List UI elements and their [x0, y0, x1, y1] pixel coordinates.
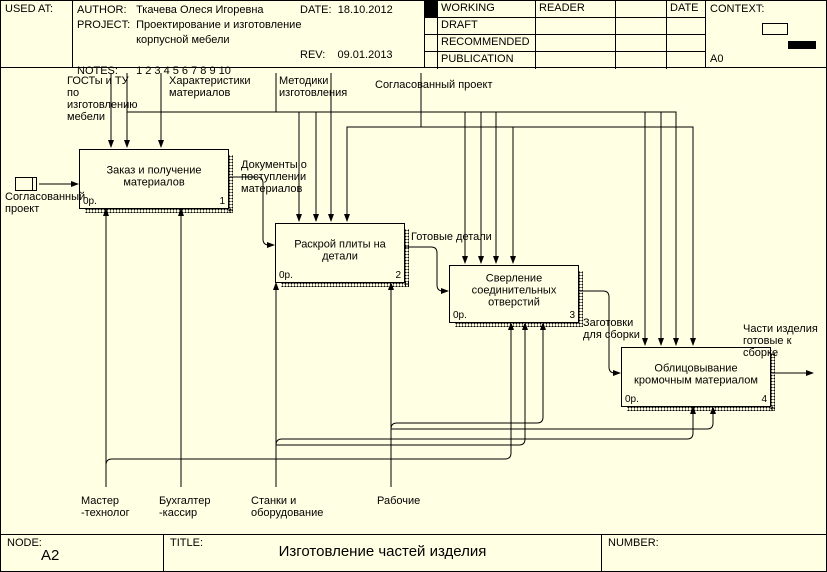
activity-2-cost: 0р.: [279, 270, 293, 281]
context-box-icon: [762, 23, 788, 35]
context-cell: CONTEXT: A0: [706, 1, 826, 67]
idef0-footer: NODE: A2 TITLE: Изготовление частей изде…: [1, 534, 826, 571]
context-label: CONTEXT:: [710, 3, 764, 15]
activity-2-name: Раскрой плиты на детали: [280, 239, 400, 263]
activity-1-num: 1: [219, 196, 225, 207]
label-c2: Характеристики материалов: [169, 75, 249, 99]
activity-3: Сверление соединительных отверстий 0р. 3: [449, 265, 579, 323]
node-cell: NODE: A2: [1, 535, 164, 571]
activity-4-name: Облицовывание кромочным материалом: [626, 363, 766, 387]
status-cell: WORKING READER DATE DRAFT RECOMMENDED PU…: [425, 1, 706, 67]
label-m1: Мастер -технолог: [81, 495, 141, 519]
reader-label: READER: [536, 1, 616, 17]
activity-4-cost: 0р.: [625, 394, 639, 405]
label-c1: ГОСТы и ТУ по изготовлению мебели: [67, 75, 137, 123]
label-input: Согласованный проект: [5, 191, 75, 215]
project-cell: AUTHOR: Ткачева Олеся Игоревна DATE: 18.…: [73, 1, 425, 67]
label-d1: Документы о поступлении материалов: [241, 159, 321, 195]
activity-3-num: 3: [569, 310, 575, 321]
title-value: Изготовление частей изделия: [164, 543, 601, 560]
status-recommended: RECOMMENDED: [438, 35, 536, 51]
node-value: A2: [41, 547, 59, 564]
activity-2-num: 2: [395, 270, 401, 281]
activity-3-cost: 0р.: [453, 310, 467, 321]
status-date-label: DATE: [667, 1, 705, 17]
label-m3: Станки и оборудование: [251, 495, 331, 519]
activity-1: Заказ и получение материалов 0р. 1: [79, 149, 229, 209]
project-value: Проектирование и изготовление корпусной …: [136, 18, 326, 48]
context-current-icon: [788, 41, 816, 49]
activity-1-name: Заказ и получение материалов: [84, 165, 224, 189]
status-working: WORKING: [438, 1, 536, 17]
author-label: AUTHOR:: [77, 3, 133, 18]
used-at-label: USED AT:: [5, 3, 53, 15]
idef0-header: USED AT: AUTHOR: Ткачева Олеся Игоревна …: [1, 1, 826, 68]
title-cell: TITLE: Изготовление частей изделия: [164, 535, 602, 571]
status-draft: DRAFT: [438, 18, 536, 34]
rev-label: REV:: [300, 49, 325, 61]
label-o2: Готовые детали: [411, 231, 501, 243]
label-out: Части изделия готовые к сборке: [743, 323, 823, 359]
date-value: 18.10.2012: [338, 4, 393, 16]
author-value: Ткачева Олеся Игоревна: [136, 4, 263, 16]
project-label: PROJECT:: [77, 18, 133, 33]
label-m2: Бухгалтер -кассир: [159, 495, 219, 519]
number-cell: NUMBER:: [602, 535, 826, 571]
context-a0: A0: [710, 53, 723, 65]
date-label: DATE:: [300, 4, 332, 16]
label-o3: Заготовки для сборки: [583, 317, 653, 341]
diagram-canvas: Заказ и получение материалов 0р. 1 Раскр…: [1, 67, 826, 535]
activity-1-cost: 0р.: [83, 196, 97, 207]
label-c3: Методики изготовления: [279, 75, 359, 99]
activity-3-name: Сверление соединительных отверстий: [454, 272, 574, 308]
activity-2: Раскрой плиты на детали 0р. 2: [275, 223, 405, 283]
activity-4-num: 4: [761, 394, 767, 405]
label-m4: Рабочие: [377, 495, 437, 507]
number-label: NUMBER:: [608, 537, 659, 549]
used-at-cell: USED AT:: [1, 1, 73, 67]
tunnel-connector-icon: [15, 177, 33, 191]
wires-svg: [1, 67, 826, 535]
rev-value: 09.01.2013: [338, 49, 393, 61]
label-c4: Согласованный проект: [375, 79, 505, 91]
node-label: NODE:: [7, 537, 42, 549]
